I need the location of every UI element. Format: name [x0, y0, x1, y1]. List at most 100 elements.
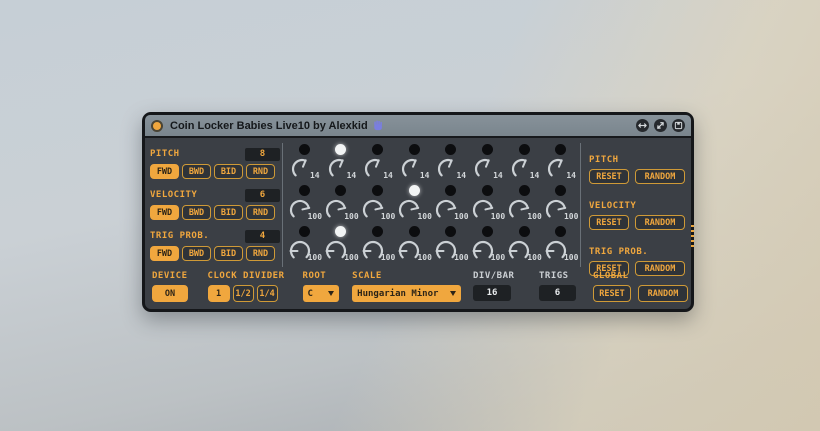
step-cell-pitch-6: 14	[469, 142, 506, 183]
velocity-label: VELOCITY	[150, 190, 197, 200]
knob-value-trig-prob-7: 100	[527, 253, 541, 262]
clock-divider-1-button[interactable]: 1	[208, 285, 230, 302]
hotswap-button[interactable]	[654, 119, 667, 132]
velocity-reset-section: VELOCITY RESET RANDOM	[589, 193, 691, 230]
step-led-velocity-1	[299, 185, 310, 196]
pitch-fwd-button[interactable]: FWD	[150, 164, 179, 179]
dropdown-arrow-icon	[328, 291, 334, 296]
pitch-rnd-button[interactable]: RND	[246, 164, 275, 179]
knob-value-velocity-8: 100	[564, 212, 578, 221]
step-cell-trig-prob-4: 100	[396, 224, 433, 265]
right-panel: PITCH RESET RANDOM VELOCITY RESET RANDOM…	[589, 147, 691, 285]
trig-prob-steps-numbox[interactable]: 4	[245, 230, 280, 243]
velocity-bid-button[interactable]: BID	[214, 205, 243, 220]
trig-prob-fwd-button[interactable]: FWD	[150, 246, 179, 261]
knob-value-velocity-6: 100	[491, 212, 505, 221]
knob-value-trig-prob-1: 100	[308, 253, 322, 262]
clock-divider-1-4-button[interactable]: 1/4	[257, 285, 278, 302]
right-divider	[580, 143, 581, 267]
fold-button[interactable]	[636, 119, 649, 132]
step-led-pitch-3	[372, 144, 383, 155]
step-led-trig-prob-6	[482, 226, 493, 237]
scale-dropdown[interactable]: Hungarian Minor	[352, 285, 461, 302]
div-bar-section: DIV/BAR 16	[473, 271, 511, 301]
trig-prob-bid-button[interactable]: BID	[214, 246, 243, 261]
knob-value-pitch-1: 14	[310, 171, 320, 180]
clock-divider-section: CLOCK DIVIDER 1 1/2 1/4	[208, 271, 278, 302]
trigs-numbox[interactable]: 6	[539, 285, 576, 301]
velocity-section: VELOCITY 6 FWD BWD BID RND	[150, 188, 280, 220]
pitch-random-button[interactable]: RANDOM	[635, 169, 685, 184]
step-led-velocity-7	[519, 185, 530, 196]
div-bar-numbox[interactable]: 16	[473, 285, 511, 301]
root-label: ROOT	[303, 271, 340, 281]
knob-value-trig-prob-4: 100	[417, 253, 431, 262]
knob-value-velocity-7: 100	[527, 212, 541, 221]
step-led-velocity-6	[482, 185, 493, 196]
step-cell-velocity-4: 100	[396, 183, 433, 224]
velocity-fwd-button[interactable]: FWD	[150, 205, 179, 220]
pitch-reset-label: PITCH	[589, 155, 619, 165]
pitch-bid-button[interactable]: BID	[214, 164, 243, 179]
device-body: PITCH 8 FWD BWD BID RND VELOCITY 6	[145, 138, 691, 310]
clock-divider-1-2-button[interactable]: 1/2	[233, 285, 254, 302]
root-dropdown[interactable]: C	[303, 285, 340, 302]
clock-divider-label: CLOCK DIVIDER	[208, 271, 278, 281]
trigs-label: TRIGS	[539, 271, 576, 281]
step-cell-trig-prob-5: 100	[433, 224, 470, 265]
device-activator-toggle[interactable]	[151, 120, 163, 132]
device-on-section: DEVICE ON	[152, 271, 196, 302]
global-reset-button[interactable]: RESET	[593, 285, 631, 302]
knob-value-pitch-2: 14	[347, 171, 357, 180]
knob-value-velocity-5: 100	[454, 212, 468, 221]
step-led-pitch-8	[555, 144, 566, 155]
step-led-velocity-5	[445, 185, 456, 196]
step-led-trig-prob-4	[409, 226, 420, 237]
velocity-random-button[interactable]: RANDOM	[635, 215, 685, 230]
device-titlebar: Coin Locker Babies Live10 by Alexkid	[145, 115, 691, 138]
step-led-pitch-4	[409, 144, 420, 155]
trig-prob-bwd-button[interactable]: BWD	[182, 246, 211, 261]
step-knob-grid: 1414141414141414100100100100100100100100…	[286, 142, 579, 265]
velocity-steps-numbox[interactable]: 6	[245, 189, 280, 202]
scale-value: Hungarian Minor	[357, 289, 438, 299]
device-label: DEVICE	[152, 271, 196, 281]
velocity-reset-button[interactable]: RESET	[589, 215, 629, 230]
global-random-button[interactable]: RANDOM	[638, 285, 688, 302]
knob-value-pitch-5: 14	[456, 171, 466, 180]
step-led-trig-prob-1	[299, 226, 310, 237]
step-cell-pitch-8: 14	[542, 142, 579, 183]
knob-value-velocity-1: 100	[308, 212, 322, 221]
device-on-button[interactable]: ON	[152, 285, 188, 302]
velocity-rnd-button[interactable]: RND	[246, 205, 275, 220]
velocity-bwd-button[interactable]: BWD	[182, 205, 211, 220]
knob-value-velocity-3: 100	[381, 212, 395, 221]
step-cell-trig-prob-3: 100	[359, 224, 396, 265]
device-title: Coin Locker Babies Live10 by Alexkid	[170, 120, 368, 132]
pitch-bwd-button[interactable]: BWD	[182, 164, 211, 179]
step-cell-trig-prob-7: 100	[506, 224, 543, 265]
pitch-reset-button[interactable]: RESET	[589, 169, 629, 184]
knob-value-trig-prob-8: 100	[564, 253, 578, 262]
trig-prob-reset-label: TRIG PROB.	[589, 247, 648, 257]
step-led-trig-prob-8	[555, 226, 566, 237]
root-section: ROOT C	[303, 271, 340, 302]
step-cell-velocity-1: 100	[286, 183, 323, 224]
trig-prob-section: TRIG PROB. 4 FWD BWD BID RND	[150, 229, 280, 261]
save-button[interactable]	[672, 119, 685, 132]
step-cell-trig-prob-2: 100	[323, 224, 360, 265]
velocity-reset-label: VELOCITY	[589, 201, 636, 211]
pitch-reset-section: PITCH RESET RANDOM	[589, 147, 691, 184]
pitch-steps-numbox[interactable]: 8	[245, 148, 280, 161]
resize-grip[interactable]	[691, 225, 694, 250]
step-led-velocity-8	[555, 185, 566, 196]
step-led-pitch-6	[482, 144, 493, 155]
step-cell-pitch-1: 14	[286, 142, 323, 183]
knob-value-pitch-8: 14	[566, 171, 576, 180]
step-cell-pitch-3: 14	[359, 142, 396, 183]
purple-hand-icon	[373, 120, 384, 131]
step-led-trig-prob-2	[335, 226, 346, 237]
trig-prob-rnd-button[interactable]: RND	[246, 246, 275, 261]
step-led-velocity-3	[372, 185, 383, 196]
step-cell-trig-prob-6: 100	[469, 224, 506, 265]
